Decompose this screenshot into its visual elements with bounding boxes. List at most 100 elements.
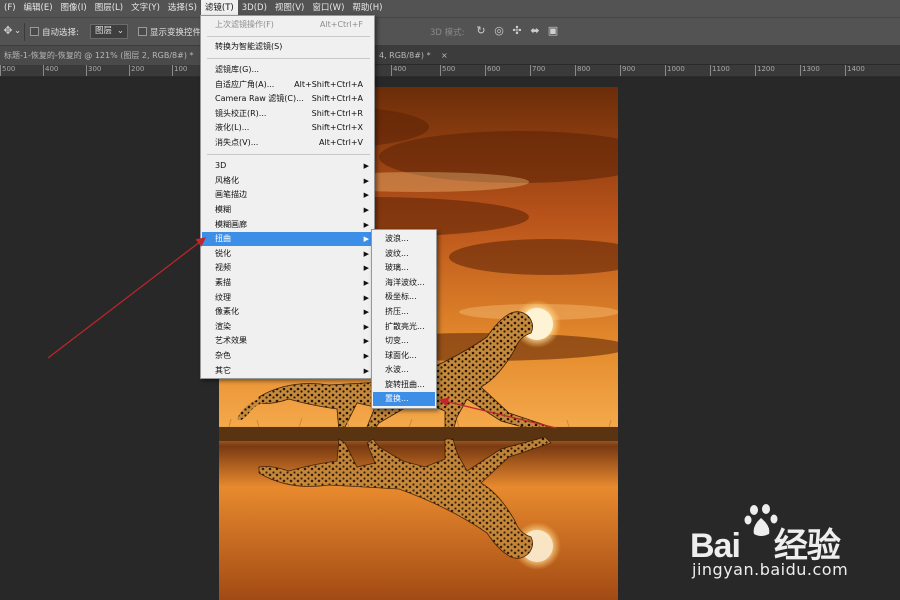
menu-item-label: 素描: [215, 278, 231, 287]
menu-item-label: 模糊画廊: [215, 220, 247, 229]
menu-item-adaptive-wide-angle[interactable]: 自适应广角(A)... Alt+Shift+Ctrl+A: [202, 78, 373, 92]
menu-item-label: 镜头校正(R)...: [215, 109, 267, 118]
menu-item-texture[interactable]: 纹理 ▶: [202, 291, 373, 305]
submenu-item-twirl[interactable]: 旋转扭曲...: [373, 378, 435, 392]
submenu-arrow-icon: ▶: [363, 206, 369, 214]
submenu-item-polar-coordinates[interactable]: 极坐标...: [373, 290, 435, 304]
filter-menu-dropdown: 上次滤镜操作(F) Alt+Ctrl+F 转换为智能滤镜(S) 滤镜库(G)..…: [200, 15, 375, 379]
menu-layer[interactable]: 图层(L): [91, 0, 127, 17]
menu-item-label: 扩散亮光...: [385, 322, 425, 331]
submenu-arrow-icon: ▶: [363, 235, 369, 243]
ruler-label: 200: [131, 65, 145, 73]
menu-item-artistic[interactable]: 艺术效果 ▶: [202, 334, 373, 348]
tab-document-1[interactable]: 标题-1-恢复的-恢复的 @ 121% (图层 2, RGB/8#) *: [0, 46, 200, 65]
divider: [24, 23, 25, 41]
menu-item-liquify[interactable]: 液化(L)... Shift+Ctrl+X: [202, 121, 373, 135]
ruler-label: 1400: [847, 65, 865, 73]
tool-preset-arrow-icon[interactable]: ⌄: [14, 26, 21, 36]
auto-select-value: 图层: [95, 26, 113, 36]
menu-item-stylize[interactable]: 风格化 ▶: [202, 174, 373, 188]
auto-select-checkbox[interactable]: [30, 27, 39, 36]
ruler-label: 1200: [757, 65, 775, 73]
ruler-label: 800: [577, 65, 591, 73]
menu-item-distort[interactable]: 扭曲 ▶: [202, 232, 373, 246]
auto-select-dropdown[interactable]: 图层 ⌄: [90, 24, 128, 39]
horizontal-ruler: 500 400 300 200 100 0 100 200 300 400 50…: [0, 65, 900, 77]
menu-image[interactable]: 图像(I): [57, 0, 91, 17]
ruler-tick: [43, 65, 44, 76]
scale-icon[interactable]: ▣: [547, 25, 559, 37]
submenu-item-diffuse-glow[interactable]: 扩散亮光...: [373, 320, 435, 334]
menu-item-3d[interactable]: 3D ▶: [202, 159, 373, 173]
menu-item-shortcut: Alt+Ctrl+F: [319, 20, 363, 29]
menu-item-label: 滤镜库(G)...: [215, 65, 260, 74]
submenu-item-ocean-ripple[interactable]: 海洋波纹...: [373, 276, 435, 290]
submenu-item-ripple[interactable]: 波纹...: [373, 247, 435, 261]
ruler-tick: [129, 65, 130, 76]
orbit-icon[interactable]: ↻: [475, 25, 487, 37]
menu-item-last-filter[interactable]: 上次滤镜操作(F) Alt+Ctrl+F: [202, 18, 373, 32]
menu-item-sketch[interactable]: 素描 ▶: [202, 276, 373, 290]
menu-item-label: 极坐标...: [385, 292, 417, 301]
menu-file[interactable]: (F): [0, 0, 20, 17]
submenu-item-zigzag[interactable]: 水波...: [373, 363, 435, 377]
submenu-arrow-icon: ▶: [363, 279, 369, 287]
close-icon[interactable]: ×: [441, 46, 448, 65]
auto-select-label: 自动选择:: [42, 28, 79, 38]
menu-item-render[interactable]: 渲染 ▶: [202, 320, 373, 334]
menu-item-convert-smart-filter[interactable]: 转换为智能滤镜(S): [202, 40, 373, 54]
menu-type[interactable]: 文字(Y): [127, 0, 164, 17]
move-tool-icon[interactable]: ✥: [2, 25, 14, 37]
menu-item-blur-gallery[interactable]: 模糊画廊 ▶: [202, 218, 373, 232]
ruler-label: 700: [532, 65, 546, 73]
submenu-item-wave[interactable]: 波浪...: [373, 232, 435, 246]
menu-item-video[interactable]: 视频 ▶: [202, 261, 373, 275]
menu-item-pixelate[interactable]: 像素化 ▶: [202, 305, 373, 319]
ruler-tick: [665, 65, 666, 76]
menu-item-label: 风格化: [215, 176, 239, 185]
ruler-tick: [172, 65, 173, 76]
menu-item-vanishing-point[interactable]: 消失点(V)... Alt+Ctrl+V: [202, 136, 373, 150]
ruler-tick: [0, 65, 1, 76]
tab-document-2[interactable]: 4, RGB/8#) * ×: [375, 46, 448, 65]
menu-item-label: 切变...: [385, 336, 409, 345]
menu-select[interactable]: 选择(S): [164, 0, 201, 17]
submenu-item-spherize[interactable]: 球面化...: [373, 349, 435, 363]
slide-icon[interactable]: ⬌: [529, 25, 541, 37]
menu-item-label: 画笔描边: [215, 190, 247, 199]
ruler-label: 1100: [712, 65, 730, 73]
submenu-arrow-icon: ▶: [363, 191, 369, 199]
menu-item-label: 自适应广角(A)...: [215, 80, 275, 89]
submenu-arrow-icon: ▶: [363, 221, 369, 229]
menu-item-filter-gallery[interactable]: 滤镜库(G)...: [202, 63, 373, 77]
menu-item-brush-strokes[interactable]: 画笔描边 ▶: [202, 188, 373, 202]
submenu-arrow-icon: ▶: [363, 323, 369, 331]
menu-item-shortcut: Alt+Ctrl+V: [319, 138, 363, 147]
menu-edit[interactable]: 编辑(E): [20, 0, 57, 17]
menu-item-other[interactable]: 其它 ▶: [202, 364, 373, 378]
menu-item-noise[interactable]: 杂色 ▶: [202, 349, 373, 363]
menu-separator: [207, 154, 370, 155]
menu-item-camera-raw[interactable]: Camera Raw 滤镜(C)... Shift+Ctrl+A: [202, 92, 373, 106]
pan-icon[interactable]: ✣: [511, 25, 523, 37]
ruler-tick: [800, 65, 801, 76]
menu-item-shortcut: Alt+Shift+Ctrl+A: [294, 80, 363, 89]
menu-item-label: 杂色: [215, 351, 231, 360]
submenu-item-pinch[interactable]: 挤压...: [373, 305, 435, 319]
submenu-arrow-icon: ▶: [363, 250, 369, 258]
ruler-tick: [755, 65, 756, 76]
menu-item-lens-correction[interactable]: 镜头校正(R)... Shift+Ctrl+R: [202, 107, 373, 121]
ruler-label: 300: [88, 65, 102, 73]
submenu-item-displace[interactable]: 置换...: [373, 392, 435, 406]
menu-item-label: 视频: [215, 263, 231, 272]
roll-icon[interactable]: ◎: [493, 25, 505, 37]
menu-item-sharpen[interactable]: 锐化 ▶: [202, 247, 373, 261]
show-transform-checkbox[interactable]: [138, 27, 147, 36]
submenu-arrow-icon: ▶: [363, 162, 369, 170]
ruler-tick: [575, 65, 576, 76]
menu-separator: [207, 36, 370, 37]
menu-item-label: 水波...: [385, 365, 409, 374]
submenu-item-glass[interactable]: 玻璃...: [373, 261, 435, 275]
menu-item-blur[interactable]: 模糊 ▶: [202, 203, 373, 217]
submenu-item-shear[interactable]: 切变...: [373, 334, 435, 348]
